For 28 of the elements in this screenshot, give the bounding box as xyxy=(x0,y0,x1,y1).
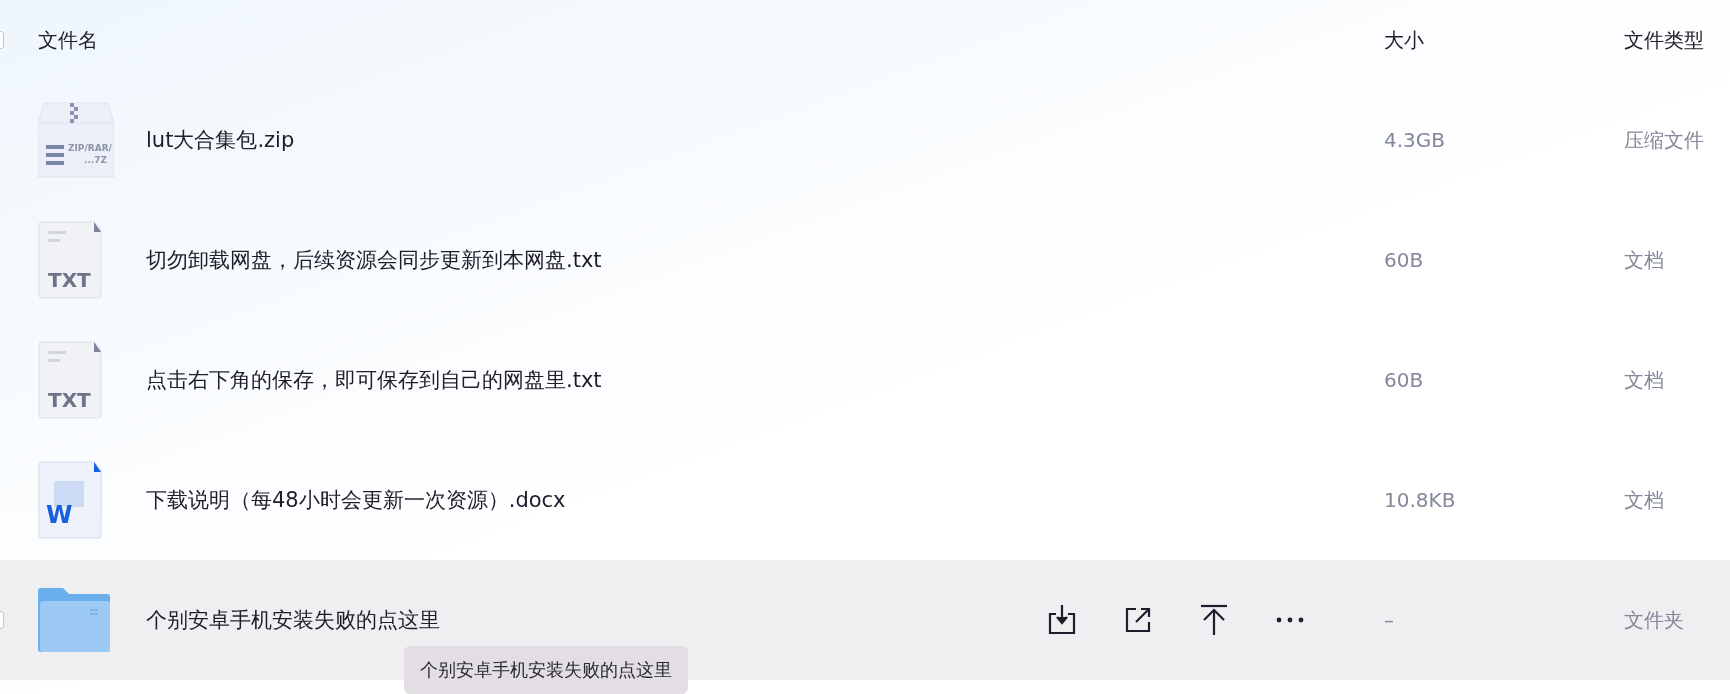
file-row[interactable]: W 下载说明（每48小时会更新一次资源）.docx 10.8KB 文档 xyxy=(0,440,1730,560)
file-type: 文档 xyxy=(1624,486,1665,514)
file-name[interactable]: 切勿卸载网盘，后续资源会同步更新到本网盘.txt xyxy=(146,246,602,274)
file-type: 文件夹 xyxy=(1624,606,1685,634)
file-size: 4.3GB xyxy=(1384,128,1447,152)
file-row[interactable]: TXT 切勿卸载网盘，后续资源会同步更新到本网盘.txt 60B 文档 xyxy=(0,200,1730,320)
file-name[interactable]: lut大合集包.zip xyxy=(146,126,295,154)
column-header: 文件名 xyxy=(38,26,98,54)
tooltip: 个别安卓手机安装失败的点这里 xyxy=(404,646,688,694)
file-type: 文档 xyxy=(1624,366,1665,394)
folder-icon xyxy=(38,587,110,653)
text-file-icon: TXT xyxy=(38,221,102,299)
file-type: 压缩文件 xyxy=(1624,126,1705,154)
file-size: 60B xyxy=(1384,248,1425,272)
file-size: 10.8KB xyxy=(1384,488,1457,512)
file-row[interactable]: TXT 点击右下角的保存，即可保存到自己的网盘里.txt 60B 文档 xyxy=(0,320,1730,440)
file-size: 60B xyxy=(1384,368,1425,392)
file-size: – xyxy=(1384,608,1395,632)
file-name[interactable]: 下载说明（每48小时会更新一次资源）.docx xyxy=(146,486,566,514)
file-row[interactable]: ZIP/RAR/ ...7Z lut大合集包.zip 4.3GB 压缩文件 xyxy=(0,80,1730,200)
document-file-icon: W xyxy=(38,461,102,539)
file-name[interactable]: 个别安卓手机安装失败的点这里 xyxy=(146,606,440,634)
zip-file-icon: ZIP/RAR/ ...7Z xyxy=(38,101,114,179)
column-header: 文件类型 xyxy=(1624,26,1705,54)
column-header: 大小 xyxy=(1384,26,1425,54)
file-name[interactable]: 点击右下角的保存，即可保存到自己的网盘里.txt xyxy=(146,366,602,394)
text-file-icon: TXT xyxy=(38,341,102,419)
file-type: 文档 xyxy=(1624,246,1665,274)
